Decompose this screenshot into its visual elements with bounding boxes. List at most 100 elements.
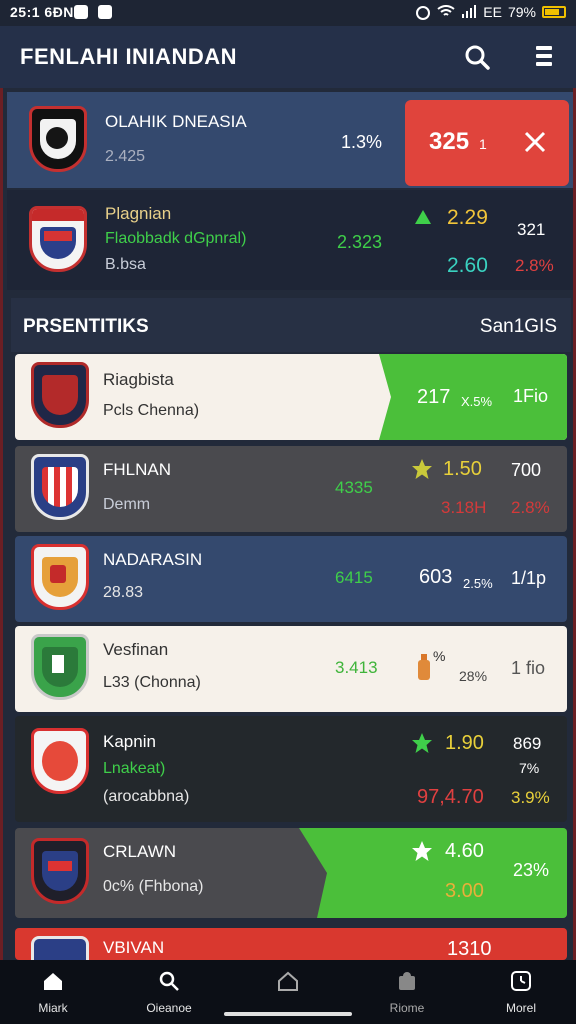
team-crest-icon xyxy=(31,936,89,960)
team-crest-icon xyxy=(31,634,89,700)
carrier-label: EE xyxy=(483,4,502,20)
right-value: 869 xyxy=(513,734,542,753)
content-area: OLAHIK DNEASIA 2.425 1.3% 325 1 Plagnian… xyxy=(0,88,576,960)
match-value: 3.413 xyxy=(335,658,378,677)
right-mid: 7% xyxy=(519,760,540,776)
section-title: PRSENTITIKS xyxy=(23,316,149,337)
team-name: NADARASIN xyxy=(103,550,203,569)
odds-percent: 28% xyxy=(459,668,488,684)
match-row[interactable]: Vesfinan L33 (Chonna) 3.413 % 28% 1 fio xyxy=(15,626,567,712)
nav-item-search[interactable]: Oieanoe xyxy=(124,968,214,1015)
team-name: Kapnin xyxy=(103,732,156,751)
alert-unit: 1 xyxy=(479,136,487,152)
right-value: 700 xyxy=(511,460,542,480)
team-name: FHLNAN xyxy=(103,460,172,479)
nav-label: Riome xyxy=(389,1001,425,1015)
close-icon[interactable] xyxy=(523,130,547,154)
notification-icon xyxy=(98,5,112,19)
team-sub: (arocabbna) xyxy=(103,788,190,805)
status-time: 25:1 6ÐN xyxy=(10,4,74,20)
nav-item-home[interactable]: Miark xyxy=(8,968,98,1015)
page-title: FENLAHI INIANDAN xyxy=(20,44,237,69)
team-crest-icon xyxy=(29,106,87,172)
match-row[interactable]: CRLAWN 0c% (Fhbona) 4.60 3.00 23% xyxy=(15,828,567,918)
team-crest-icon xyxy=(31,838,89,904)
team-sub: 28.83 xyxy=(103,584,144,601)
team-name: Riagbista xyxy=(103,370,174,389)
section-header: PRSENTITIKS San1GIS xyxy=(11,298,571,352)
team-sub: Flaobbadk dGpnral) xyxy=(105,230,247,247)
match-row[interactable]: VBIVAN 1310 xyxy=(15,928,567,960)
right-percent: 3.9% xyxy=(511,788,550,807)
team-sub: Lnakeat) xyxy=(103,760,166,777)
right-value: 1/1p xyxy=(511,568,547,588)
right-value: 1Fio xyxy=(513,386,549,406)
match-card[interactable]: Plagnian Flaobbadk dGpnral) B.bsa 2.323 … xyxy=(7,190,573,290)
team-crest-icon xyxy=(29,206,87,272)
match-row[interactable]: FHLNAN Demm 4335 1.50 3.18H 700 2.8% xyxy=(15,446,567,532)
section-meta[interactable]: San1GIS xyxy=(480,316,557,338)
right-value: 321 xyxy=(517,220,546,239)
clock-icon xyxy=(511,971,531,991)
odds-value[interactable]: 1310 xyxy=(447,938,492,960)
profile-icon xyxy=(399,972,415,990)
star-icon xyxy=(412,841,432,861)
match-row[interactable]: Kapnin Lnakeat) (arocabbna) 1.90 97,4.70… xyxy=(15,716,567,822)
alert-value: 325 xyxy=(429,128,470,155)
nav-item-more[interactable]: Morel xyxy=(476,968,566,1015)
odds-value: 217 xyxy=(417,386,451,408)
featured-percent: 1.3% xyxy=(341,132,383,152)
team-name: VBIVAN xyxy=(103,938,165,957)
match-row[interactable]: Riagbista Pcls Chenna) 217 X.5% 1Fio xyxy=(15,354,567,440)
team-crest-icon xyxy=(31,454,89,520)
wifi-icon xyxy=(437,5,455,16)
match-row[interactable]: NADARASIN 28.83 6415 603 2.5% 1/1p xyxy=(15,536,567,622)
odds-value[interactable]: 2.60 xyxy=(447,254,488,278)
search-icon[interactable] xyxy=(464,44,490,70)
match-value: 4335 xyxy=(335,478,373,497)
search-icon xyxy=(159,971,179,991)
star-icon xyxy=(412,459,432,479)
team-sub: 2.425 xyxy=(105,148,146,165)
nav-item-center[interactable] xyxy=(243,968,333,1001)
odds-percent: 97,4.70 xyxy=(417,786,484,808)
nav-label: Miark xyxy=(38,1001,68,1015)
match-value: 6415 xyxy=(335,568,373,587)
odds-percent: 2.5% xyxy=(463,576,493,591)
odds-value[interactable]: 603 xyxy=(419,566,452,589)
odds-value[interactable]: % xyxy=(433,648,445,664)
featured-odds-button[interactable]: 325 1 xyxy=(405,100,569,186)
team-sub: L33 (Chonna) xyxy=(103,674,201,691)
notification-icon xyxy=(74,5,88,19)
battery-icon xyxy=(542,6,566,18)
team-name: Plagnian xyxy=(105,204,172,223)
menu-icon[interactable] xyxy=(536,46,552,68)
odds-percent: X.5% xyxy=(461,394,493,409)
team-crest-icon xyxy=(31,728,89,794)
nav-label: Morel xyxy=(505,1001,536,1015)
team-sub: Demm xyxy=(103,496,151,513)
team-crest-icon xyxy=(31,362,89,428)
team-name: Vesfinan xyxy=(103,640,169,659)
team-name: CRLAWN xyxy=(103,842,177,861)
odds-value[interactable]: 4.60 xyxy=(445,840,484,863)
odds-value[interactable]: 2.29 xyxy=(447,206,488,230)
star-icon xyxy=(412,733,432,753)
team-sub: 0c% (Fhbona) xyxy=(103,878,204,895)
odds-value[interactable]: 1.90 xyxy=(445,732,484,755)
home-indicator[interactable] xyxy=(224,1012,352,1016)
odds-percent: 3.18H xyxy=(441,498,487,517)
featured-match-card[interactable]: OLAHIK DNEASIA 2.425 1.3% 325 1 xyxy=(7,92,573,188)
nav-label: Oieanoe xyxy=(146,1001,192,1015)
status-bar: 25:1 6ÐN EE 79% xyxy=(0,0,576,26)
match-value: 2.323 xyxy=(337,232,383,252)
alarm-icon xyxy=(416,6,431,20)
odds-value[interactable]: 1.50 xyxy=(443,458,482,481)
nav-item-profile[interactable]: Riome xyxy=(362,968,452,1015)
team-sub: B.bsa xyxy=(105,256,146,273)
battery-percent: 79% xyxy=(507,4,536,20)
team-crest-icon xyxy=(31,544,89,610)
right-percent: 2.8% xyxy=(515,256,554,275)
right-value: 1 fio xyxy=(511,658,546,678)
right-value: 23% xyxy=(513,860,550,880)
